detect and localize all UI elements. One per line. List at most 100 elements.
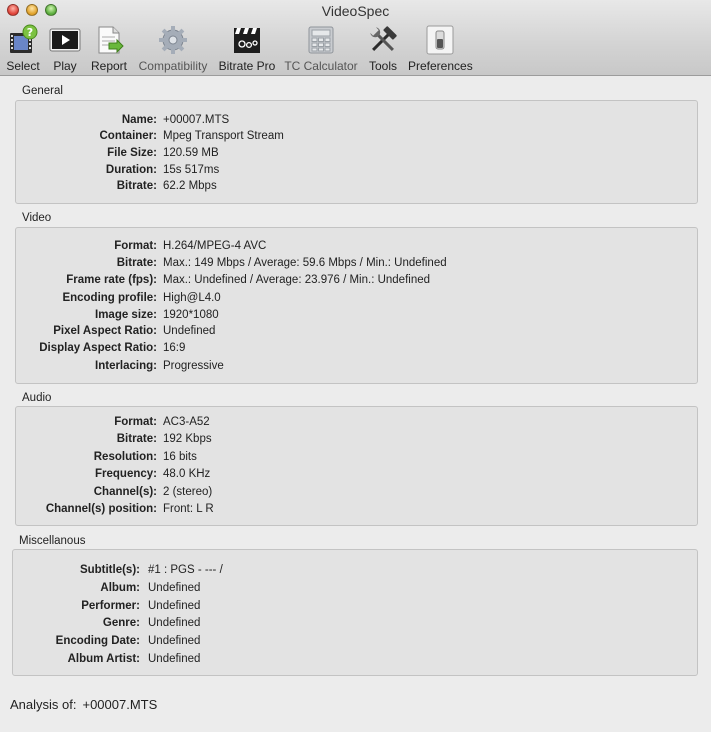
info-key: Channel(s): — [93, 486, 157, 498]
info-value: Progressive — [163, 360, 224, 372]
info-row: Encoding profile: High@L4.0 — [16, 290, 697, 307]
misc-panel: Subtitle(s): #1 : PGS - --- / Album: Undef… — [12, 549, 698, 676]
info-row: File Size: 120.59 MB — [16, 145, 697, 162]
info-value: Undefined — [163, 325, 216, 337]
info-key: Channel(s) position: — [45, 503, 157, 515]
info-row: Pixel Aspect Ratio: Undefined — [16, 323, 697, 340]
info-value: 192 Kbps — [163, 433, 212, 445]
info-key: Frame rate (fps): — [66, 274, 157, 286]
audio-panel: Format: AC3-A52 Bitrate: 192 Kbps Resoluti… — [15, 406, 698, 526]
toolbar-tools-label: Tools — [368, 59, 397, 73]
toolbar-select-label: Select — [6, 59, 40, 73]
toolbar-play-label: Play — [53, 59, 77, 73]
info-key: File Size: — [107, 147, 157, 159]
info-row: Duration: 15s 517ms — [16, 162, 697, 179]
section-title-video: Video — [22, 212, 52, 224]
toolbar-preferences-label: Preferences — [408, 59, 473, 73]
info-row: Channel(s): 2 (stereo) — [16, 484, 697, 501]
toolbar-bitrate-pro-button[interactable]: Bitrate Pro — [217, 24, 277, 74]
info-key: Genre: — [102, 617, 140, 629]
info-value: 62.2 Mbps — [163, 180, 217, 192]
info-key: Name: — [121, 114, 157, 126]
clapperboard-icon — [231, 24, 263, 56]
info-key: Album Artist: — [67, 653, 140, 665]
info-value: High@L4.0 — [163, 292, 221, 304]
toolbar-bitrate-pro-label: Bitrate Pro — [218, 59, 276, 73]
info-key: Bitrate: — [116, 257, 157, 269]
info-key: Bitrate: — [116, 180, 157, 192]
info-value: 120.59 MB — [163, 147, 219, 159]
info-key: Frequency: — [95, 468, 157, 480]
info-key: Pixel Aspect Ratio: — [53, 325, 157, 337]
film-check-icon: ? — [7, 24, 39, 56]
toolbar-tools-button[interactable]: Tools — [366, 24, 400, 74]
info-row: Bitrate: 192 Kbps — [16, 431, 697, 448]
window-title: VideoSpec — [321, 3, 390, 19]
info-value: Undefined — [148, 582, 201, 594]
toolbar-preferences-button[interactable]: Preferences — [408, 24, 473, 74]
info-key: Image size: — [95, 309, 157, 321]
analysis-label: Analysis of: — [10, 697, 77, 712]
play-screen-icon — [49, 24, 81, 56]
info-value: 16:9 — [163, 342, 186, 354]
info-row: Format: H.264/MPEG-4 AVC — [16, 238, 697, 255]
info-value: +00007.MTS — [163, 114, 230, 126]
info-row: Interlacing: Progressive — [16, 358, 697, 375]
general-panel: Name: +00007.MTS Container: Mpeg Transport… — [15, 100, 698, 204]
window-toolbar: VideoSpec ? Select Play Report Compatibi… — [0, 0, 711, 76]
info-key: Container: — [99, 130, 158, 142]
info-row: Frequency: 48.0 KHz — [16, 466, 697, 483]
info-row: Channel(s) position: Front: L R — [16, 501, 697, 518]
svg-text:?: ? — [27, 26, 33, 39]
info-key: Performer: — [81, 600, 140, 612]
gear-icon — [157, 24, 189, 56]
video-panel: Format: H.264/MPEG-4 AVC Bitrate: Max.: 14… — [15, 227, 698, 384]
toolbar-compatibility-label: Compatibility — [138, 59, 208, 73]
toolbar-play-button[interactable]: Play — [47, 24, 83, 74]
info-row: Performer: Undefined — [13, 598, 697, 615]
toolbar-tc-calculator-label: TC Calculator — [284, 59, 358, 73]
analysis-filename: +00007.MTS — [82, 697, 158, 712]
section-title-general: General — [22, 85, 63, 97]
info-key: Encoding profile: — [62, 292, 157, 304]
info-row: Resolution: 16 bits — [16, 449, 697, 466]
info-key: Display Aspect Ratio: — [39, 342, 157, 354]
info-value: 48.0 KHz — [163, 468, 211, 480]
info-row: Album: Undefined — [13, 580, 697, 597]
info-row: Genre: Undefined — [13, 615, 697, 632]
info-key: Interlacing: — [95, 360, 157, 372]
info-key: Format: — [114, 240, 157, 252]
toolbar: ? Select Play Report Compatibility Bitra… — [0, 24, 711, 74]
info-value: 2 (stereo) — [163, 486, 213, 498]
info-value: 15s 517ms — [163, 164, 220, 176]
info-key: Encoding Date: — [55, 635, 140, 647]
toolbar-tc-calculator-button[interactable]: TC Calculator — [284, 24, 358, 74]
toolbar-compatibility-button[interactable]: Compatibility — [136, 24, 210, 74]
section-title-audio: Audio — [22, 392, 52, 404]
toolbar-select-button[interactable]: ? Select — [4, 24, 42, 74]
info-value: H.264/MPEG-4 AVC — [163, 240, 267, 252]
section-title-misc: Miscellanous — [19, 535, 86, 547]
info-key: Subtitle(s): — [79, 564, 140, 576]
info-row: Format: AC3-A52 — [16, 414, 697, 431]
info-value: AC3-A52 — [163, 416, 210, 428]
info-row: Name: +00007.MTS — [16, 112, 697, 129]
info-value: Max.: Undefined / Average: 23.976 / Min.… — [163, 274, 431, 286]
switch-icon — [424, 24, 456, 56]
info-row: Album Artist: Undefined — [13, 651, 697, 668]
toolbar-report-button[interactable]: Report — [90, 24, 128, 74]
hammer-wrench-icon — [367, 24, 399, 56]
info-row: Image size: 1920*1080 — [16, 307, 697, 324]
info-value: Undefined — [148, 617, 201, 629]
info-value: Undefined — [148, 653, 201, 665]
toolbar-report-label: Report — [90, 59, 128, 73]
info-row: Bitrate: 62.2 Mbps — [16, 178, 697, 195]
info-row: Encoding Date: Undefined — [13, 633, 697, 650]
info-row: Display Aspect Ratio: 16:9 — [16, 340, 697, 357]
info-value: Max.: 149 Mbps / Average: 59.6 Mbps / Mi… — [163, 257, 447, 269]
calculator-icon — [305, 24, 337, 56]
info-row: Bitrate: Max.: 149 Mbps / Average: 59.6 M… — [16, 255, 697, 272]
report-document-icon — [93, 24, 125, 56]
info-key: Resolution: — [93, 451, 157, 463]
info-value: Undefined — [148, 635, 201, 647]
